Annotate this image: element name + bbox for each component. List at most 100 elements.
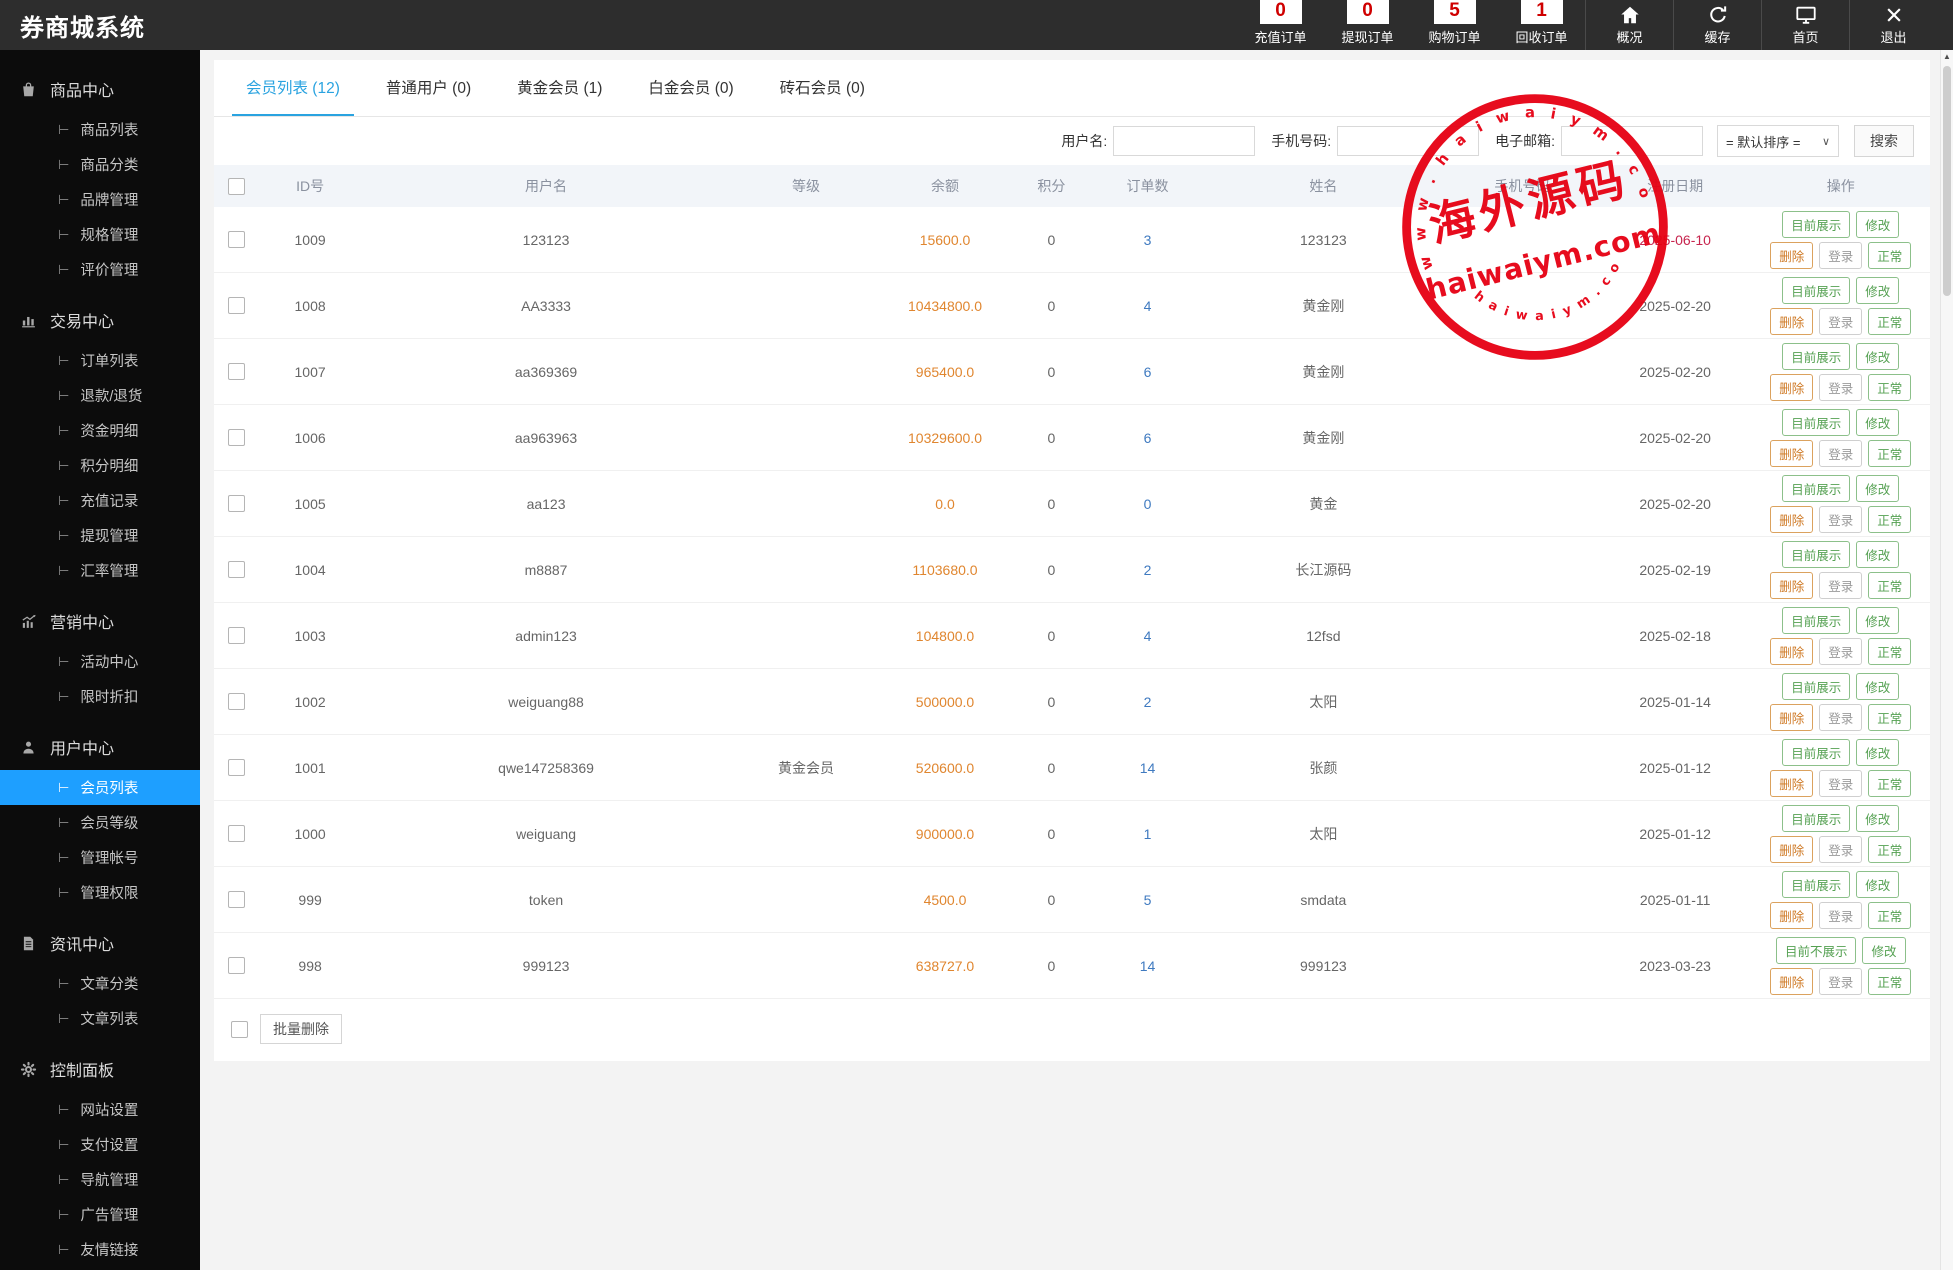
show-button[interactable]: 目前不展示	[1776, 937, 1857, 964]
show-button[interactable]: 目前展示	[1782, 409, 1850, 436]
login-button[interactable]: 登录	[1819, 440, 1862, 467]
phone-input[interactable]	[1337, 126, 1479, 156]
login-button[interactable]: 登录	[1819, 836, 1862, 863]
row-checkbox[interactable]	[228, 891, 245, 908]
sidebar-item-refund-return[interactable]: ⊢退款/退货	[0, 378, 200, 413]
delete-button[interactable]: 删除	[1770, 242, 1813, 269]
row-checkbox[interactable]	[228, 297, 245, 314]
sidebar-item-fund-details[interactable]: ⊢资金明细	[0, 413, 200, 448]
show-button[interactable]: 目前展示	[1782, 673, 1850, 700]
edit-button[interactable]: 修改	[1856, 607, 1899, 634]
badge-recharge-orders[interactable]: 0充值订单	[1237, 0, 1324, 50]
topnav-cache[interactable]: 缓存	[1673, 0, 1761, 50]
show-button[interactable]: 目前展示	[1782, 541, 1850, 568]
vertical-scrollbar[interactable]: ▲	[1940, 50, 1953, 1270]
sort-select[interactable]: = 默认排序 = ∨	[1717, 125, 1839, 157]
sidebar-item-withdraw-management[interactable]: ⊢提现管理	[0, 518, 200, 553]
sidebar-item-admin-accounts[interactable]: ⊢管理帐号	[0, 840, 200, 875]
login-button[interactable]: 登录	[1819, 572, 1862, 599]
edit-button[interactable]: 修改	[1856, 211, 1899, 238]
row-checkbox[interactable]	[228, 957, 245, 974]
sidebar-item-limited-discount[interactable]: ⊢限时折扣	[0, 679, 200, 714]
orders-link[interactable]: 2	[1144, 562, 1152, 578]
sidebar-item-payment-settings[interactable]: ⊢支付设置	[0, 1127, 200, 1162]
edit-button[interactable]: 修改	[1856, 739, 1899, 766]
sidebar-item-admin-permissions[interactable]: ⊢管理权限	[0, 875, 200, 910]
delete-button[interactable]: 删除	[1770, 638, 1813, 665]
delete-button[interactable]: 删除	[1770, 836, 1813, 863]
badge-withdraw-orders[interactable]: 0提现订单	[1324, 0, 1411, 50]
status-button[interactable]: 正常	[1868, 968, 1911, 995]
show-button[interactable]: 目前展示	[1782, 871, 1850, 898]
show-button[interactable]: 目前展示	[1782, 277, 1850, 304]
edit-button[interactable]: 修改	[1862, 937, 1905, 964]
orders-link[interactable]: 6	[1144, 364, 1152, 380]
edit-button[interactable]: 修改	[1856, 409, 1899, 436]
select-all-checkbox[interactable]	[228, 178, 245, 195]
status-button[interactable]: 正常	[1868, 308, 1911, 335]
login-button[interactable]: 登录	[1819, 968, 1862, 995]
row-checkbox[interactable]	[228, 561, 245, 578]
orders-link[interactable]: 2	[1144, 694, 1152, 710]
sidebar-item-order-list[interactable]: ⊢订单列表	[0, 343, 200, 378]
sidebar-item-brand-management[interactable]: ⊢品牌管理	[0, 182, 200, 217]
orders-link[interactable]: 4	[1144, 628, 1152, 644]
sidebar-item-recharge-records[interactable]: ⊢充值记录	[0, 483, 200, 518]
orders-link[interactable]: 6	[1144, 430, 1152, 446]
tab-gold-member[interactable]: 黄金会员 (1)	[503, 60, 616, 116]
delete-button[interactable]: 删除	[1770, 308, 1813, 335]
delete-button[interactable]: 删除	[1770, 374, 1813, 401]
orders-link[interactable]: 5	[1144, 892, 1152, 908]
sidebar-item-nav-management[interactable]: ⊢导航管理	[0, 1162, 200, 1197]
status-button[interactable]: 正常	[1868, 902, 1911, 929]
delete-button[interactable]: 删除	[1770, 770, 1813, 797]
edit-button[interactable]: 修改	[1856, 343, 1899, 370]
sidebar-item-goods-list[interactable]: ⊢商品列表	[0, 112, 200, 147]
sidebar-section-news-center[interactable]: 资讯中心	[0, 920, 200, 966]
status-button[interactable]: 正常	[1868, 242, 1911, 269]
orders-link[interactable]: 1	[1144, 826, 1152, 842]
edit-button[interactable]: 修改	[1856, 277, 1899, 304]
sidebar-item-member-list[interactable]: ⊢会员列表	[0, 770, 200, 805]
delete-button[interactable]: 删除	[1770, 572, 1813, 599]
login-button[interactable]: 登录	[1819, 704, 1862, 731]
login-button[interactable]: 登录	[1819, 374, 1862, 401]
edit-button[interactable]: 修改	[1856, 871, 1899, 898]
login-button[interactable]: 登录	[1819, 902, 1862, 929]
sidebar-item-goods-category[interactable]: ⊢商品分类	[0, 147, 200, 182]
orders-link[interactable]: 14	[1140, 760, 1156, 776]
orders-link[interactable]: 14	[1140, 958, 1156, 974]
row-checkbox[interactable]	[228, 429, 245, 446]
login-button[interactable]: 登录	[1819, 770, 1862, 797]
search-button[interactable]: 搜索	[1854, 125, 1914, 157]
show-button[interactable]: 目前展示	[1782, 607, 1850, 634]
sidebar-item-ad-management[interactable]: ⊢广告管理	[0, 1197, 200, 1232]
row-checkbox[interactable]	[228, 495, 245, 512]
delete-button[interactable]: 删除	[1770, 902, 1813, 929]
sidebar-item-points-details[interactable]: ⊢积分明细	[0, 448, 200, 483]
delete-button[interactable]: 删除	[1770, 704, 1813, 731]
edit-button[interactable]: 修改	[1856, 475, 1899, 502]
status-button[interactable]: 正常	[1868, 440, 1911, 467]
login-button[interactable]: 登录	[1819, 638, 1862, 665]
login-button[interactable]: 登录	[1819, 308, 1862, 335]
sidebar-item-friend-links[interactable]: ⊢友情链接	[0, 1232, 200, 1267]
status-button[interactable]: 正常	[1868, 374, 1911, 401]
sidebar-section-marketing-center[interactable]: 营销中心	[0, 598, 200, 644]
sidebar-item-article-category[interactable]: ⊢文章分类	[0, 966, 200, 1001]
show-button[interactable]: 目前展示	[1782, 805, 1850, 832]
username-input[interactable]	[1113, 126, 1255, 156]
edit-button[interactable]: 修改	[1856, 805, 1899, 832]
login-button[interactable]: 登录	[1819, 506, 1862, 533]
status-button[interactable]: 正常	[1868, 770, 1911, 797]
status-button[interactable]: 正常	[1868, 638, 1911, 665]
tab-normal-user[interactable]: 普通用户 (0)	[372, 60, 485, 116]
row-checkbox[interactable]	[228, 231, 245, 248]
show-button[interactable]: 目前展示	[1782, 343, 1850, 370]
sidebar-item-article-list[interactable]: ⊢文章列表	[0, 1001, 200, 1036]
row-checkbox[interactable]	[228, 363, 245, 380]
orders-link[interactable]: 4	[1144, 298, 1152, 314]
scrollbar-thumb[interactable]	[1943, 66, 1951, 296]
show-button[interactable]: 目前展示	[1782, 475, 1850, 502]
scrollbar-up-arrow[interactable]: ▲	[1941, 50, 1953, 64]
